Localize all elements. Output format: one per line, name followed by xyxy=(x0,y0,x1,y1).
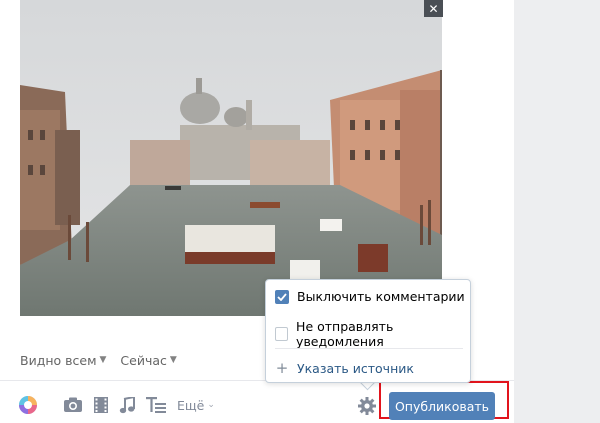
close-icon: ✕ xyxy=(428,1,439,16)
option-label: Не отправлять уведомления xyxy=(296,319,394,349)
text-format-icon[interactable] xyxy=(146,397,166,413)
privacy-label: Видно всем xyxy=(20,352,97,368)
remove-photo-button[interactable]: ✕ xyxy=(424,0,443,17)
popup-divider xyxy=(275,348,463,349)
post-meta-row: Видно всем ▼ Сейчас ▼ xyxy=(20,351,191,369)
plus-icon: + xyxy=(275,359,289,377)
chevron-down-icon: ▼ xyxy=(169,355,177,365)
checkbox-unchecked[interactable] xyxy=(275,327,289,341)
more-dropdown[interactable]: Ещё ⌄ xyxy=(177,398,215,413)
time-label: Сейчас xyxy=(120,352,167,368)
option-label: Выключить комментарии xyxy=(297,289,465,304)
checkbox-checked[interactable] xyxy=(275,289,289,304)
post-settings-popup: Выключить комментарии Не отправлять увед… xyxy=(265,279,471,383)
privacy-dropdown[interactable]: Видно всем ▼ xyxy=(20,353,106,368)
attached-photo[interactable] xyxy=(20,0,442,316)
more-label: Ещё xyxy=(177,397,205,413)
publish-button[interactable]: Опубликовать xyxy=(389,392,495,420)
paint-palette-icon[interactable] xyxy=(18,395,38,415)
specify-source-link[interactable]: + Указать источник xyxy=(275,359,414,377)
video-icon[interactable] xyxy=(94,397,108,413)
time-dropdown[interactable]: Сейчас ▼ xyxy=(120,353,176,368)
chevron-down-icon: ⌄ xyxy=(207,400,215,410)
source-label: Указать источник xyxy=(297,360,414,376)
camera-icon[interactable] xyxy=(63,397,83,413)
music-icon[interactable] xyxy=(119,396,135,414)
option-disable-comments[interactable]: Выключить комментарии xyxy=(275,289,465,304)
page-background-strip xyxy=(514,0,600,423)
gear-icon[interactable] xyxy=(356,395,378,417)
chevron-down-icon: ▼ xyxy=(99,355,107,365)
attachments-toolbar: Ещё ⌄ xyxy=(18,393,226,417)
checkmark-icon xyxy=(277,292,287,301)
option-no-notifications[interactable]: Не отправлять уведомления xyxy=(275,319,470,349)
